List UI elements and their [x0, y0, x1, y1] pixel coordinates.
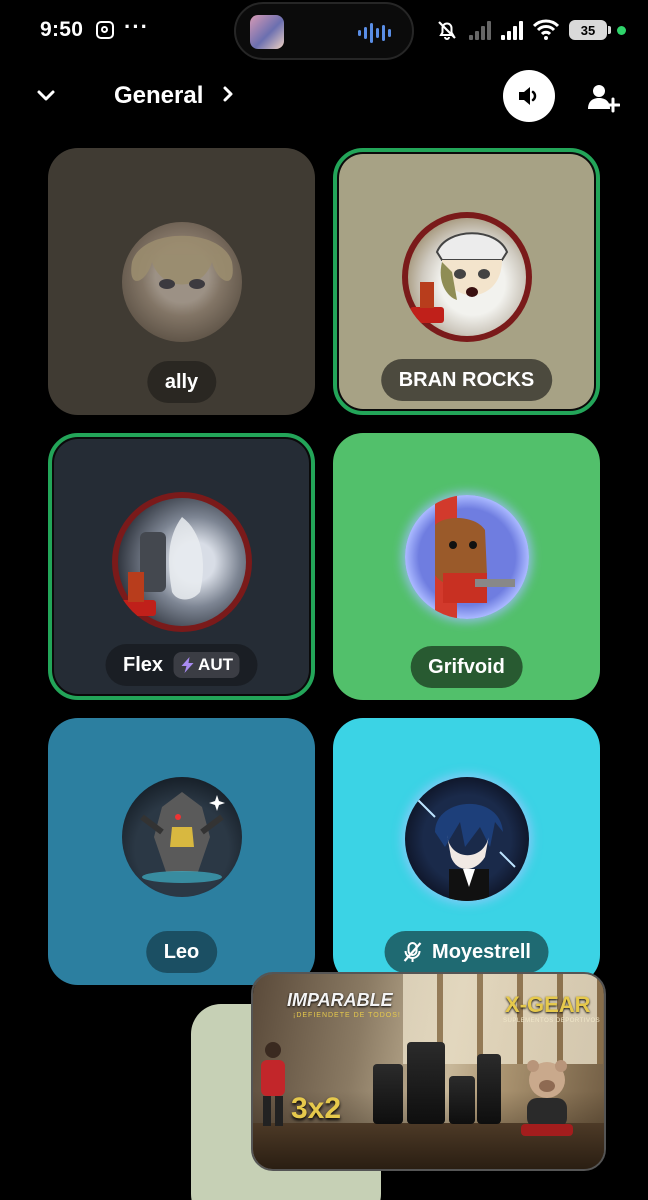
- avatar: [401, 211, 532, 342]
- add-user-icon[interactable]: [586, 80, 620, 114]
- privacy-indicator: [617, 25, 626, 35]
- chevron-right-icon[interactable]: [220, 82, 236, 106]
- avatar: [404, 776, 529, 901]
- video-brand-right: X-GEAR: [505, 992, 591, 1017]
- participant-tile[interactable]: Grifvoid: [333, 433, 600, 700]
- speaker-icon: [519, 87, 537, 105]
- product-tubs: [373, 1034, 503, 1124]
- participant-name: Moyestrell: [432, 940, 531, 963]
- avatar: [121, 776, 242, 897]
- wifi-icon: [533, 19, 559, 40]
- participant-name-pill: Moyestrell: [384, 931, 549, 973]
- muted-mic-icon: [403, 942, 421, 962]
- avatar: [404, 494, 529, 619]
- video-brand-left: IMPARABLE: [287, 990, 393, 1010]
- status-indicators: 35: [435, 16, 626, 44]
- channel-title[interactable]: General: [114, 82, 203, 110]
- status-time: 9:50: [40, 18, 84, 41]
- video-mascot: [521, 1060, 573, 1136]
- participant-name: Leo: [163, 940, 200, 963]
- chevron-down-icon[interactable]: [32, 82, 60, 110]
- participant-name-pill: Grifvoid: [410, 646, 523, 688]
- participant-tile[interactable]: Leo: [48, 718, 315, 985]
- signal-icon: [501, 20, 523, 40]
- speaker-button[interactable]: [503, 70, 555, 122]
- avatar: [121, 221, 242, 342]
- participant-tile[interactable]: Flex AUT: [48, 433, 315, 700]
- avatar: [111, 491, 252, 632]
- participant-name-pill: ally: [146, 361, 217, 403]
- participant-name: Flex: [123, 653, 164, 676]
- muted-bell-icon: [438, 21, 456, 40]
- participant-tile[interactable]: Moyestrell: [333, 718, 600, 985]
- signal-icon: [469, 20, 491, 40]
- lightning-icon: [181, 657, 194, 673]
- video-brand-left-sub: ¡DEFIENDETE DE TODOS!: [293, 1012, 401, 1019]
- video-promo: 3x2: [291, 1092, 342, 1125]
- server-tag-label: AUT: [198, 655, 233, 674]
- participant-name-pill: Leo: [145, 931, 218, 973]
- picture-in-picture-video[interactable]: IMPARABLE ¡DEFIENDETE DE TODOS! X-GEAR S…: [251, 972, 606, 1171]
- server-tag: AUT: [173, 652, 240, 678]
- audio-wave-icon: [358, 22, 392, 44]
- participant-name: ally: [164, 370, 199, 393]
- voice-channel-header: General: [0, 64, 648, 128]
- video-brand-right-sub: SUPLEMENTOS DEPORTIVOS: [503, 1018, 601, 1024]
- video-person: [261, 1042, 285, 1126]
- status-overflow: ···: [124, 14, 149, 39]
- dynamic-island[interactable]: [234, 2, 414, 60]
- participant-name: BRAN ROCKS: [398, 368, 535, 391]
- participant-tile[interactable]: ally: [48, 148, 315, 415]
- participant-name-pill: Flex AUT: [105, 644, 258, 686]
- instagram-icon: [96, 21, 114, 39]
- participant-name: Grifvoid: [428, 655, 505, 678]
- media-thumbnail: [250, 15, 284, 49]
- participant-tile[interactable]: BRAN ROCKS: [333, 148, 600, 415]
- battery-icon: 35: [569, 20, 611, 40]
- status-bar: 9:50 ··· 35: [0, 0, 648, 60]
- participant-name-pill: BRAN ROCKS: [380, 359, 553, 401]
